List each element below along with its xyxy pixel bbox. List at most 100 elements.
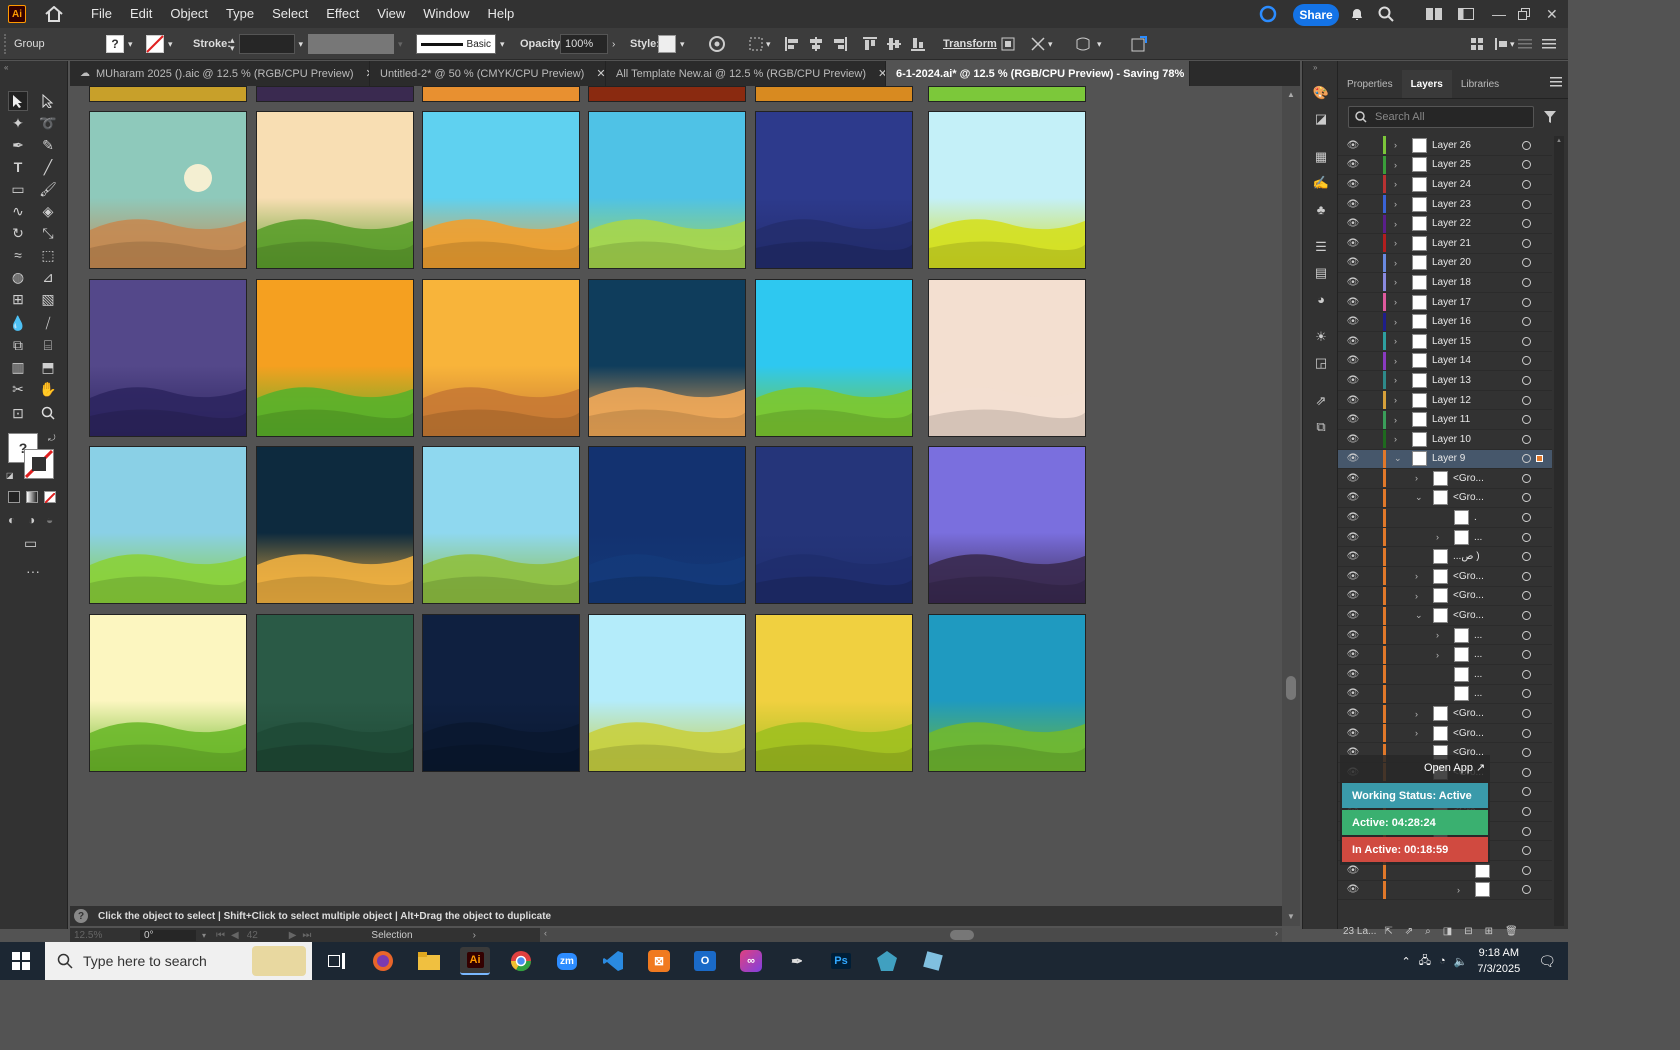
chevron-up-icon[interactable]: ⌃ bbox=[1402, 955, 1411, 968]
layer-row[interactable]: 👁 › Layer 17 bbox=[1338, 293, 1552, 313]
scroll-left-icon[interactable]: ‹ bbox=[544, 928, 547, 938]
graph-tool-icon[interactable]: ▥ bbox=[8, 357, 28, 377]
target-circle-icon[interactable] bbox=[1522, 611, 1531, 621]
chevron-right-icon[interactable]: › bbox=[1394, 336, 1397, 346]
target-circle-icon[interactable] bbox=[1522, 179, 1531, 189]
opacity-label[interactable]: Opacity: bbox=[520, 38, 564, 50]
more-tools-icon[interactable]: ··· bbox=[26, 563, 40, 579]
menu-edit[interactable]: Edit bbox=[121, 0, 161, 28]
chrome-icon[interactable] bbox=[506, 947, 536, 975]
firefox-icon[interactable] bbox=[368, 947, 398, 975]
zoom-tool-icon[interactable] bbox=[38, 403, 58, 423]
layer-row[interactable]: 👁 › Layer 15 bbox=[1338, 332, 1552, 352]
draw-behind-icon[interactable]: ◑ bbox=[28, 513, 35, 527]
last-artboard-icon[interactable]: ⏭ bbox=[302, 930, 311, 941]
stroke-swatch[interactable]: ▾ bbox=[146, 28, 173, 60]
target-circle-icon[interactable] bbox=[1522, 454, 1531, 464]
target-circle-icon[interactable] bbox=[1522, 317, 1531, 327]
visibility-eye-icon[interactable]: 👁 bbox=[1346, 571, 1360, 582]
target-circle-icon[interactable] bbox=[1522, 669, 1531, 679]
chevron-right-icon[interactable]: › bbox=[1394, 434, 1397, 444]
layer-row[interactable]: 👁 › Layer 13 bbox=[1338, 371, 1552, 391]
chevron-right-icon[interactable]: › bbox=[1394, 179, 1397, 189]
visibility-eye-icon[interactable]: 👁 bbox=[1346, 218, 1360, 229]
default-colors-icon[interactable]: ◪ bbox=[6, 471, 14, 480]
visibility-eye-icon[interactable]: 👁 bbox=[1346, 355, 1360, 366]
home-icon[interactable] bbox=[44, 4, 64, 24]
visibility-eye-icon[interactable]: 👁 bbox=[1346, 238, 1360, 249]
target-circle-icon[interactable] bbox=[1522, 199, 1531, 209]
outlook-icon[interactable]: O bbox=[690, 947, 720, 975]
visibility-eye-icon[interactable]: 👁 bbox=[1346, 630, 1360, 641]
artboards-icon[interactable]: ⧉ bbox=[1311, 417, 1331, 437]
document-tab-active[interactable]: 6-1-2024.ai* @ 12.5 % (RGB/CPU Preview) … bbox=[886, 61, 1190, 86]
scroll-thumb[interactable] bbox=[950, 930, 974, 940]
layer-row[interactable]: 👁 › Layer 24 bbox=[1338, 175, 1552, 195]
hand-tool-icon[interactable]: ✋ bbox=[38, 379, 58, 399]
brushes-icon[interactable]: ✍ bbox=[1311, 173, 1331, 193]
fill-swatch[interactable]: ? ▾ bbox=[106, 28, 133, 60]
menu-effect[interactable]: Effect bbox=[317, 0, 368, 28]
clipping-mask-icon[interactable]: ◨ bbox=[1443, 926, 1452, 937]
app-icon[interactable] bbox=[918, 947, 948, 975]
tab-layers[interactable]: Layers bbox=[1401, 70, 1452, 98]
chevron-down-icon[interactable]: ▾ bbox=[1510, 39, 1515, 50]
measure-icon[interactable]: ⧸ bbox=[38, 313, 58, 333]
visibility-eye-icon[interactable]: 👁 bbox=[1346, 159, 1360, 170]
export-layer-icon[interactable]: ⇗ bbox=[1405, 926, 1413, 937]
artboard-thumbnail[interactable] bbox=[89, 446, 247, 604]
chevron-down-icon[interactable]: ⌄ bbox=[1415, 610, 1423, 621]
chevron-right-icon[interactable]: › bbox=[612, 39, 615, 50]
artboard-thumbnail[interactable] bbox=[755, 111, 913, 269]
artboard-partial[interactable] bbox=[755, 86, 913, 102]
target-circle-icon[interactable] bbox=[1522, 885, 1531, 895]
screen-mode-icon[interactable]: ▭ bbox=[24, 535, 37, 552]
eyedropper-icon[interactable]: 💧 bbox=[8, 313, 28, 333]
align-top-icon[interactable] bbox=[862, 28, 878, 60]
visibility-eye-icon[interactable]: 👁 bbox=[1346, 728, 1360, 739]
visibility-eye-icon[interactable]: 👁 bbox=[1346, 453, 1360, 464]
scroll-up-icon[interactable]: ▲ bbox=[1287, 90, 1295, 99]
scale-tool-icon[interactable]: ⤡ bbox=[38, 223, 58, 243]
layer-row[interactable]: 👁 › <Gro... bbox=[1338, 469, 1552, 489]
target-circle-icon[interactable] bbox=[1522, 846, 1531, 856]
target-circle-icon[interactable] bbox=[1522, 160, 1531, 170]
new-sublayer-icon[interactable]: ⊟ bbox=[1464, 926, 1472, 937]
target-circle-icon[interactable] bbox=[1522, 748, 1531, 758]
target-circle-icon[interactable] bbox=[1522, 571, 1531, 581]
collapse-icon[interactable]: » bbox=[1313, 63, 1317, 72]
distribute-icon[interactable]: ▾ bbox=[1494, 28, 1515, 60]
artboard-thumbnail[interactable] bbox=[89, 279, 247, 437]
recolor-icon[interactable] bbox=[708, 28, 726, 60]
clock[interactable]: 9:18 AM 7/3/2025 bbox=[1477, 945, 1520, 977]
visibility-eye-icon[interactable]: 👁 bbox=[1346, 473, 1360, 484]
visibility-eye-icon[interactable]: 👁 bbox=[1346, 199, 1360, 210]
stepper-icon[interactable]: ▴ ▾ bbox=[230, 36, 235, 53]
target-circle-icon[interactable] bbox=[1522, 591, 1531, 601]
scroll-thumb[interactable] bbox=[1286, 676, 1296, 700]
chevron-down-icon[interactable]: ▾ bbox=[1048, 39, 1053, 50]
artboard-partial[interactable] bbox=[422, 86, 580, 102]
chevron-right-icon[interactable]: › bbox=[1394, 160, 1397, 170]
tab-properties[interactable]: Properties bbox=[1338, 70, 1402, 98]
chevron-down-icon[interactable]: ⌄ bbox=[1394, 453, 1402, 464]
menu-help[interactable]: Help bbox=[478, 0, 523, 28]
color-mode-icon[interactable] bbox=[8, 491, 20, 503]
curvature-tool-icon[interactable]: ✎ bbox=[38, 135, 58, 155]
chevron-right-icon[interactable]: › bbox=[1415, 591, 1418, 601]
target-circle-icon[interactable] bbox=[1522, 806, 1531, 816]
delete-layer-icon[interactable]: 🗑 bbox=[1505, 926, 1518, 937]
chevron-right-icon[interactable]: › bbox=[1394, 199, 1397, 209]
horizontal-scrollbar[interactable]: ‹ › bbox=[540, 928, 1282, 942]
file-explorer-icon[interactable] bbox=[414, 947, 444, 975]
perspective-grid-icon[interactable]: ⊿ bbox=[38, 267, 58, 287]
target-circle-icon[interactable] bbox=[1522, 238, 1531, 248]
share-button[interactable]: Share bbox=[1293, 4, 1339, 26]
opacity-value[interactable]: 100% bbox=[560, 34, 608, 54]
target-circle-icon[interactable] bbox=[1522, 336, 1531, 346]
color-guide-icon[interactable]: 🎨 bbox=[1311, 83, 1331, 103]
locate-object-icon[interactable]: ⌕ bbox=[1425, 926, 1431, 937]
visibility-eye-icon[interactable]: 👁 bbox=[1346, 708, 1360, 719]
shape-builder-icon[interactable]: ◍ bbox=[8, 267, 28, 287]
type-tool-icon[interactable]: T bbox=[8, 157, 28, 177]
